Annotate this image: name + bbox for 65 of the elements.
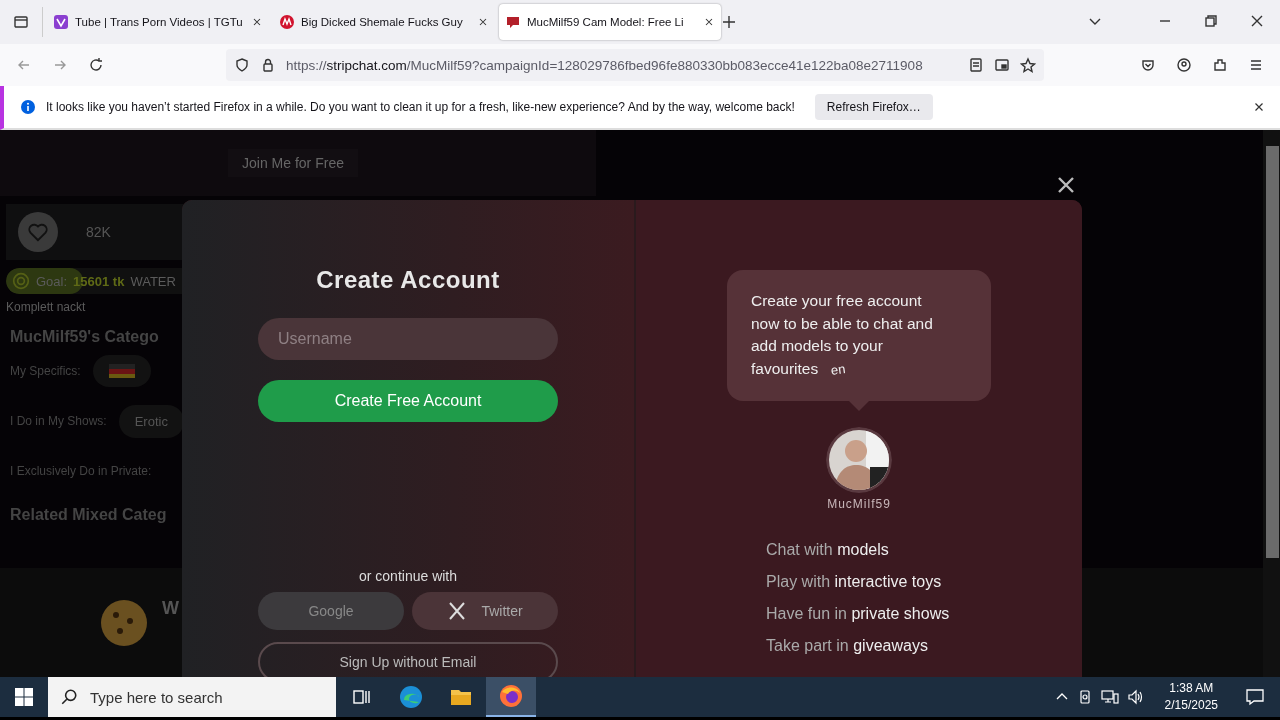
taskbar-search-field[interactable]: Type here to search: [48, 677, 336, 717]
notifications-icon[interactable]: [1245, 687, 1265, 707]
menu-icon[interactable]: [1248, 57, 1264, 73]
close-icon[interactable]: [703, 16, 715, 28]
create-account-button[interactable]: Create Free Account: [258, 380, 558, 422]
goal-amount: 15601 tk: [73, 273, 125, 289]
browser-tab[interactable]: Tube | Trans Porn Videos | TGTu: [47, 4, 269, 40]
browser-tab[interactable]: MucMilf59 Cam Model: Free Li: [499, 4, 721, 40]
x-logo-icon: [447, 601, 468, 621]
site-icon: [279, 14, 295, 30]
goal-name: WATER: [130, 273, 176, 289]
cookie-title: W: [162, 597, 179, 619]
close-icon[interactable]: [1056, 175, 1076, 195]
section-heading: MucMilf59's Catego: [10, 328, 159, 346]
bubble-text: Create your free account now to be able to chat and add models to your favourites en: [751, 291, 934, 380]
address-field[interactable]: https://stripchat.com/MucMilf59?campaignId=128029786fbed96fe880330bb083ecce41e122ba08e2711908: [226, 49, 1044, 81]
edge-browser-icon[interactable]: [399, 685, 423, 709]
goal-label: Goal:: [36, 273, 68, 289]
notification-text: It looks like you haven’t started Firefox in a while. Do you want to clean it up for a fresh, like-new experience? And by the way, welcome back!: [46, 100, 795, 114]
windows-start-icon[interactable]: [15, 688, 33, 706]
like-count: 82K: [86, 224, 111, 240]
task-view-icon[interactable]: [351, 687, 371, 707]
model-name: MucMilf59: [827, 497, 891, 511]
feature-text: Have fun in private shows: [766, 604, 950, 624]
cookie-icon: [100, 599, 148, 647]
username-field[interactable]: Username: [258, 318, 558, 360]
site-icon: [505, 14, 521, 30]
flag-icon: [108, 364, 135, 378]
scrollbar-thumb[interactable]: [1266, 146, 1279, 558]
feature-text: Take part in giveaways: [766, 636, 929, 656]
tab-list-icon[interactable]: [13, 14, 29, 30]
reload-icon[interactable]: [88, 57, 104, 73]
row-label: I Exclusively Do in Private:: [10, 464, 152, 478]
firefox-icon[interactable]: [499, 684, 523, 708]
feature-text: Play with interactive toys: [766, 572, 943, 592]
restore-icon[interactable]: [1203, 12, 1219, 29]
browser-tab[interactable]: Big Dicked Shemale Fucks Guy: [273, 4, 495, 40]
site-icon: [53, 14, 69, 30]
row-label: I Do in My Shows:: [10, 414, 107, 428]
bookmark-star-icon[interactable]: [1020, 57, 1036, 73]
row-label: My Specifics:: [10, 364, 81, 378]
refresh-button[interactable]: Refresh Firefox…: [814, 94, 933, 120]
flag-chip[interactable]: [92, 355, 151, 387]
new-tab-icon[interactable]: [721, 14, 737, 30]
picture-in-picture-icon[interactable]: [994, 57, 1010, 73]
continue-label: or continue with: [358, 568, 458, 584]
speaker-icon[interactable]: [1126, 689, 1145, 705]
dialog-title: Create Account: [316, 266, 500, 294]
info-icon: [20, 99, 36, 115]
network-icon[interactable]: [1100, 689, 1119, 705]
close-icon[interactable]: [251, 16, 263, 28]
feature-text: Chat with models: [766, 540, 890, 560]
goal-note: Komplett nackt: [6, 300, 87, 314]
reader-view-icon[interactable]: [968, 57, 984, 73]
search-icon: [60, 688, 78, 706]
account-icon[interactable]: [1176, 57, 1192, 73]
lock-icon[interactable]: [260, 57, 276, 73]
social-login-button[interactable]: Twitter: [412, 592, 558, 630]
section-heading: Related Mixed Categ: [10, 506, 167, 524]
target-icon: [12, 272, 30, 290]
shield-icon[interactable]: [234, 57, 250, 73]
pocket-icon[interactable]: [1140, 57, 1156, 73]
close-icon[interactable]: [477, 16, 489, 28]
extensions-icon[interactable]: [1212, 57, 1228, 73]
clock[interactable]: 1:38 AM 2/15/2025: [1164, 680, 1218, 714]
